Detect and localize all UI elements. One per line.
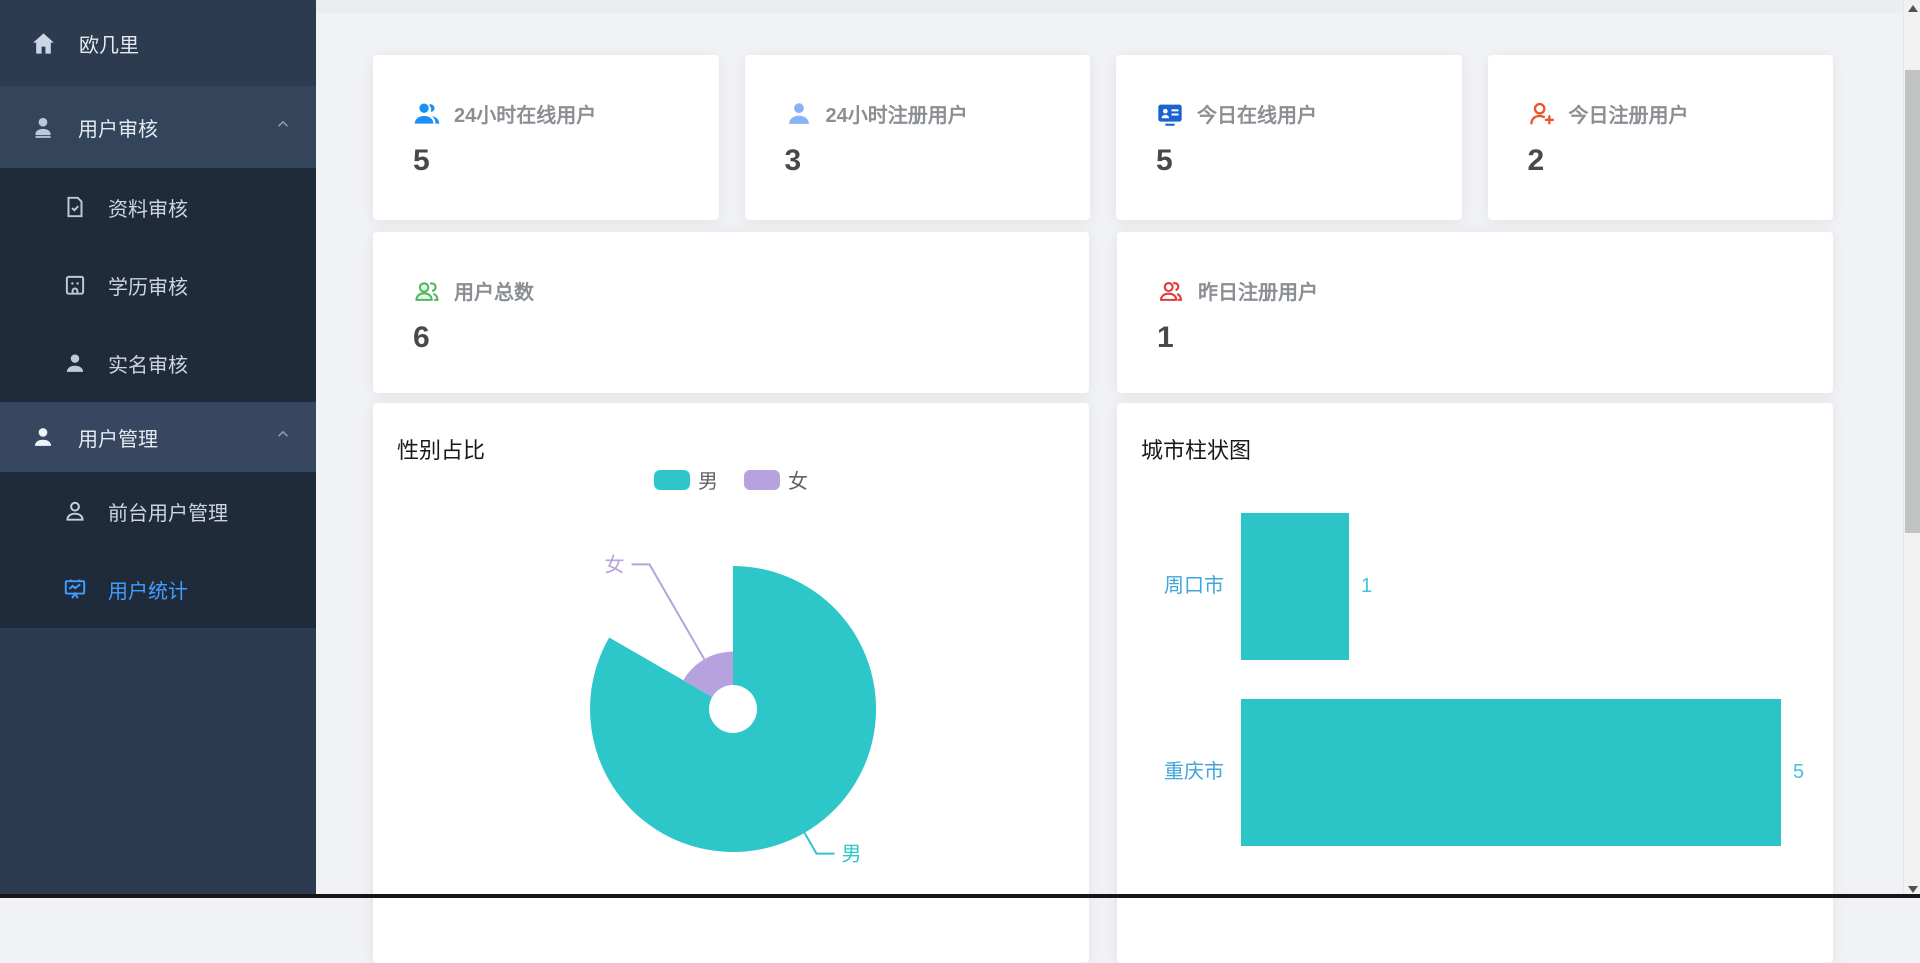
sidebar-item-label: 资料审核 <box>108 193 188 222</box>
stat-label: 今日在线用户 <box>1197 99 1317 128</box>
stat-card-total-users: 用户总数 6 <box>373 232 1089 393</box>
stat-value: 2 <box>1528 144 1794 178</box>
sidebar-group-label: 用户审核 <box>78 113 158 142</box>
chart-board-icon <box>62 576 88 602</box>
stat-value: 1 <box>1157 321 1793 355</box>
stat-label: 今日注册用户 <box>1569 99 1689 128</box>
pie-label-line <box>805 833 835 854</box>
header-strip <box>316 0 1903 13</box>
stat-value: 3 <box>785 144 1051 178</box>
app-title: 欧几里 <box>79 29 139 58</box>
document-check-icon <box>62 194 88 220</box>
user-plus-icon <box>1528 100 1556 128</box>
vertical-scrollbar[interactable] <box>1903 0 1920 898</box>
bar-category-label: 周口市 <box>1117 513 1224 660</box>
stat-card-registered-today: 今日注册用户 2 <box>1488 55 1834 220</box>
home-icon <box>30 30 57 57</box>
bar-chart-title: 城市柱状图 <box>1141 433 1251 465</box>
pie-label-line <box>632 564 705 659</box>
stat-card-registered-yesterday: 昨日注册用户 1 <box>1117 232 1833 393</box>
gender-pie-card: 性别占比 男女 男女 <box>373 403 1089 963</box>
legend-swatch <box>654 470 690 490</box>
sidebar-item-label: 前台用户管理 <box>108 497 228 526</box>
chevron-up-icon <box>274 115 292 139</box>
sidebar-item-data-audit[interactable]: 资料审核 <box>0 168 316 246</box>
bar-value-label: 5 <box>1793 699 1804 846</box>
city-bar-chart: 周口市 1 重庆市 5 <box>1117 403 1832 963</box>
arrow-down-icon <box>1908 886 1918 893</box>
pie-slice-label: 男 <box>842 844 862 866</box>
stat-value: 5 <box>1156 144 1422 178</box>
pie-hole <box>709 685 757 733</box>
sidebar: 欧几里 用户审核 资料审核 学历审核 实名审核 <box>0 0 316 898</box>
pie-legend: 男女 <box>373 465 1089 494</box>
person-filled-icon <box>62 350 88 376</box>
arrow-up-icon <box>1908 5 1918 12</box>
legend-label: 女 <box>788 465 808 494</box>
stat-label: 24小时在线用户 <box>454 99 596 128</box>
legend-swatch <box>744 470 780 490</box>
main-content: 24小时在线用户 5 24小时注册用户 3 今日在线用户 <box>316 0 1903 898</box>
sidebar-item-label: 学历审核 <box>108 271 188 300</box>
sidebar-item-education-audit[interactable]: 学历审核 <box>0 246 316 324</box>
pie-slice-label: 女 <box>605 553 625 576</box>
legend-label: 男 <box>698 465 718 494</box>
sidebar-item-realname-audit[interactable]: 实名审核 <box>0 324 316 402</box>
stat-value: 5 <box>413 144 679 178</box>
sidebar-item-user-stats[interactable]: 用户统计 <box>0 550 316 628</box>
legend-item-女[interactable]: 女 <box>744 465 808 494</box>
sidebar-group-user-manage[interactable]: 用户管理 <box>0 402 316 472</box>
stat-row-2: 用户总数 6 昨日注册用户 1 <box>373 232 1833 393</box>
sidebar-item-front-user-manage[interactable]: 前台用户管理 <box>0 472 316 550</box>
user-badge-icon <box>30 114 56 140</box>
person-outline-icon <box>62 498 88 524</box>
school-building-icon <box>62 272 88 298</box>
submenu-user-audit: 资料审核 学历审核 实名审核 <box>0 168 316 402</box>
sidebar-item-label: 实名审核 <box>108 349 188 378</box>
user-filled-icon <box>785 100 813 128</box>
submenu-user-manage: 前台用户管理 用户统计 <box>0 472 316 628</box>
chevron-up-icon <box>274 425 292 449</box>
user-group-icon <box>413 277 441 305</box>
stat-card-registered-24h: 24小时注册用户 3 <box>745 55 1091 220</box>
city-bar-card: 城市柱状图 周口市 1 重庆市 5 <box>1117 403 1833 963</box>
stat-card-online-today: 今日在线用户 5 <box>1116 55 1462 220</box>
legend-item-男[interactable]: 男 <box>654 465 718 494</box>
pie-chart-title: 性别占比 <box>397 433 485 465</box>
sidebar-item-label: 用户统计 <box>108 575 188 604</box>
chart-row: 性别占比 男女 男女 城市柱状图 周口市1重庆市5 <box>373 403 1833 963</box>
id-card-icon <box>1156 100 1184 128</box>
sidebar-item-home[interactable]: 欧几里 <box>0 0 316 86</box>
scroll-up-button[interactable] <box>1904 0 1920 17</box>
sidebar-group-user-audit[interactable]: 用户审核 <box>0 86 316 168</box>
two-users-icon <box>1157 277 1185 305</box>
users-filled-icon <box>413 100 441 128</box>
window-bottom-edge <box>0 894 1920 898</box>
stat-label: 昨日注册用户 <box>1198 276 1318 305</box>
bar-重庆市 <box>1241 699 1781 846</box>
sidebar-group-label: 用户管理 <box>78 423 158 452</box>
stat-value: 6 <box>413 321 1049 355</box>
stat-label: 24小时注册用户 <box>826 99 968 128</box>
bar-周口市 <box>1241 513 1349 660</box>
stat-card-online-24h: 24小时在线用户 5 <box>373 55 719 220</box>
stat-row-1: 24小时在线用户 5 24小时注册用户 3 今日在线用户 <box>373 55 1833 220</box>
scrollbar-thumb[interactable] <box>1905 70 1920 533</box>
bar-value-label: 1 <box>1361 513 1372 660</box>
bar-category-label: 重庆市 <box>1117 699 1224 846</box>
user-filled-icon <box>30 424 56 450</box>
stat-label: 用户总数 <box>454 276 534 305</box>
